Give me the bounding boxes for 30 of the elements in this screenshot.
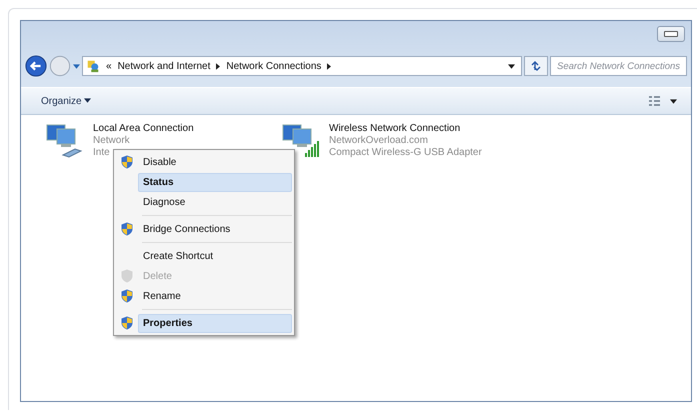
refresh-icon xyxy=(530,60,542,72)
menu-item[interactable]: Status xyxy=(138,172,292,192)
address-bar[interactable]: « Network and Internet Network Connections xyxy=(82,56,522,76)
search-field[interactable]: Search Network Connections xyxy=(550,56,687,76)
menu-item[interactable]: Rename xyxy=(138,286,292,306)
organize-menu-button[interactable]: Organize xyxy=(41,96,92,106)
menu-item[interactable]: Properties xyxy=(138,314,292,332)
connection-detail: Compact Wireless-G USB Adapter xyxy=(329,147,482,159)
menu-item[interactable]: Disable xyxy=(138,152,292,172)
minimize-button[interactable] xyxy=(657,26,685,42)
view-options-icon[interactable] xyxy=(648,95,662,107)
connection-name[interactable]: Local Area Connection xyxy=(93,123,194,135)
caret-icon xyxy=(84,98,92,104)
dropdown-arrow-icon[interactable] xyxy=(508,64,515,68)
breadcrumb-arrow-icon[interactable] xyxy=(327,62,332,70)
connection-detail: Network xyxy=(93,135,130,147)
breadcrumb[interactable]: Network and Internet xyxy=(118,60,210,72)
breadcrumb-arrow-icon[interactable] xyxy=(216,62,220,70)
overflow-chevron[interactable]: « xyxy=(106,60,112,72)
connection-detail: Inte xyxy=(93,147,110,159)
connection-name[interactable]: Wireless Network Connection xyxy=(329,123,460,135)
menu-item[interactable]: Create Shortcut xyxy=(138,246,292,266)
breadcrumb[interactable]: Network Connections xyxy=(226,60,322,72)
menu-item[interactable]: Diagnose xyxy=(138,192,292,212)
wired-network-icon[interactable] xyxy=(45,123,85,159)
view-dropdown-icon[interactable] xyxy=(670,98,677,104)
connection-detail: NetworkOverload.com xyxy=(329,135,428,147)
refresh-button[interactable] xyxy=(524,56,548,76)
history-dropdown-icon[interactable] xyxy=(73,64,80,68)
menu-item[interactable]: Bridge Connections xyxy=(138,220,292,238)
